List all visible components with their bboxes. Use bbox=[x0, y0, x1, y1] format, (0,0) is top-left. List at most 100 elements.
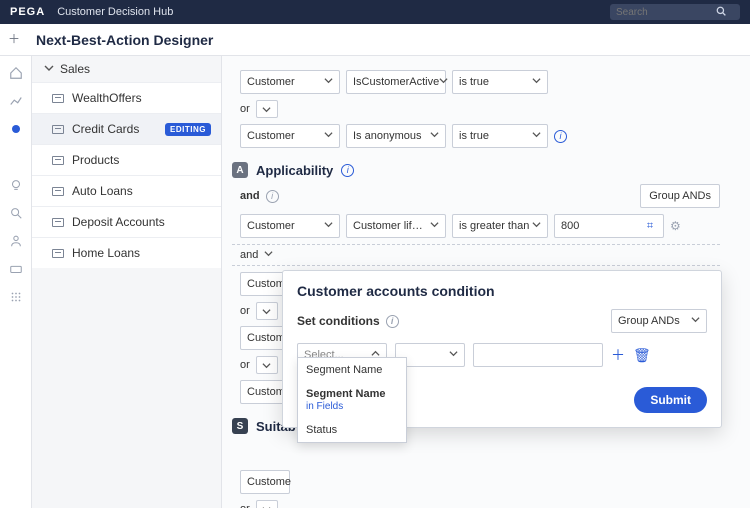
submit-button[interactable]: Submit bbox=[634, 387, 707, 413]
sidebar-item-label: Credit Cards bbox=[72, 122, 139, 136]
breadcrumb[interactable]: Customer Decision Hub bbox=[57, 6, 173, 18]
join-label: and bbox=[240, 190, 260, 202]
dropdown-option[interactable]: Segment Name bbox=[298, 358, 406, 382]
join-or: or bbox=[240, 500, 720, 508]
info-icon[interactable]: i bbox=[341, 164, 354, 177]
sidebar-item-home-loans[interactable]: Home Loans bbox=[32, 237, 221, 268]
option-label: Segment Name bbox=[306, 364, 382, 376]
panel-title: Customer accounts condition bbox=[297, 283, 707, 299]
section-badge: A bbox=[232, 162, 248, 178]
and-group: and bbox=[232, 244, 720, 266]
chevron-down-icon bbox=[532, 220, 541, 232]
folder-icon bbox=[52, 94, 64, 103]
op-value: is greater than bbox=[459, 220, 529, 232]
value-input[interactable]: 800 ⌗ bbox=[554, 214, 664, 238]
topbar: PEGA Customer Decision Hub bbox=[0, 0, 750, 24]
value-text: 800 bbox=[561, 220, 579, 232]
global-search[interactable] bbox=[610, 4, 740, 20]
section-badge: S bbox=[232, 418, 248, 434]
field-value: Customer lifetim... bbox=[353, 220, 423, 232]
info-icon[interactable]: i bbox=[266, 190, 279, 203]
chevron-down-icon bbox=[691, 315, 700, 327]
sidebar-item-label: Products bbox=[72, 153, 119, 167]
field-select[interactable]: Customer lifetim... bbox=[346, 214, 446, 238]
camera-icon[interactable] bbox=[9, 262, 23, 276]
field-value: IsCustomerActive bbox=[353, 76, 439, 88]
group-ands-select[interactable]: Group ANDs bbox=[611, 309, 707, 333]
nav-active-dot[interactable] bbox=[9, 122, 23, 136]
join-toggle[interactable] bbox=[256, 302, 278, 320]
entity-select[interactable]: Customer bbox=[240, 124, 340, 148]
folder-icon bbox=[52, 249, 64, 258]
delete-icon[interactable]: 🗑 bbox=[633, 347, 651, 364]
op-value: is true bbox=[459, 76, 489, 88]
folder-icon bbox=[52, 156, 64, 165]
chevron-down-icon bbox=[532, 76, 541, 88]
grid-icon[interactable] bbox=[9, 290, 23, 304]
set-conditions-text: Set conditions bbox=[297, 314, 380, 328]
info-icon[interactable]: i bbox=[554, 130, 567, 143]
group-ands-button[interactable]: Group ANDs bbox=[640, 184, 720, 208]
sidebar-item-credit-cards[interactable]: Credit Cards EDITING bbox=[32, 113, 221, 144]
placeholder-icon-1[interactable] bbox=[9, 150, 23, 164]
search-icon bbox=[716, 5, 726, 19]
search-input[interactable] bbox=[616, 7, 716, 18]
join-toggle[interactable] bbox=[256, 500, 278, 508]
operator-select[interactable]: is true bbox=[452, 124, 548, 148]
brand-logo: PEGA bbox=[10, 6, 45, 18]
section-applicability: A Applicability i bbox=[232, 162, 720, 178]
entity-select[interactable]: Custome bbox=[240, 470, 290, 494]
group-ands-label: Group ANDs bbox=[649, 190, 711, 202]
section-title: Applicability bbox=[256, 163, 333, 178]
op-value: is true bbox=[459, 130, 489, 142]
sidebar-group-label: Sales bbox=[60, 62, 90, 76]
field-dropdown: Segment Name Segment Namein Fields Statu… bbox=[297, 357, 407, 443]
option-label: Status bbox=[306, 424, 337, 436]
join-label: or bbox=[240, 103, 250, 115]
panel-value-input[interactable] bbox=[473, 343, 603, 367]
condition-row: Customer Is anonymous is true i bbox=[240, 124, 720, 148]
home-icon[interactable] bbox=[9, 66, 23, 80]
condition-panel: Customer accounts condition Set conditio… bbox=[282, 270, 722, 428]
sidebar-item-label: Auto Loans bbox=[72, 184, 133, 198]
add-icon[interactable]: ＋ bbox=[611, 345, 625, 365]
join-toggle[interactable] bbox=[256, 356, 278, 374]
join-label: or bbox=[240, 503, 250, 508]
editing-badge: EDITING bbox=[165, 123, 211, 136]
join-toggle[interactable] bbox=[256, 100, 278, 118]
join-label: and bbox=[240, 249, 258, 261]
operator-select[interactable]: is true bbox=[452, 70, 548, 94]
join-toggle[interactable] bbox=[264, 249, 273, 261]
operator-select[interactable]: is greater than bbox=[452, 214, 548, 238]
chevron-down-icon bbox=[324, 220, 333, 232]
left-rail bbox=[0, 56, 32, 508]
sidebar-item-deposit-accounts[interactable]: Deposit Accounts bbox=[32, 206, 221, 237]
sidebar-group-header[interactable]: Sales bbox=[32, 56, 221, 82]
field-select[interactable]: Is anonymous bbox=[346, 124, 446, 148]
entity-value: Custome bbox=[247, 476, 291, 488]
add-icon[interactable]: ＋ bbox=[8, 30, 20, 47]
join-and-inner: and bbox=[240, 249, 720, 261]
sidebar-item-auto-loans[interactable]: Auto Loans bbox=[32, 175, 221, 206]
folder-icon bbox=[52, 125, 64, 134]
chevron-down-icon bbox=[532, 130, 541, 142]
info-icon[interactable]: i bbox=[386, 315, 399, 328]
field-value: Is anonymous bbox=[353, 130, 421, 142]
dropdown-option[interactable]: Segment Namein Fields bbox=[298, 382, 406, 418]
sidebar-item-wealthoffers[interactable]: WealthOffers bbox=[32, 82, 221, 113]
field-select[interactable]: IsCustomerActive bbox=[346, 70, 446, 94]
sidebar-item-products[interactable]: Products bbox=[32, 144, 221, 175]
gear-icon[interactable]: ⚙ bbox=[670, 219, 681, 233]
people-icon[interactable] bbox=[9, 234, 23, 248]
dropdown-option[interactable]: Status bbox=[298, 418, 406, 442]
entity-value: Customer bbox=[247, 220, 295, 232]
bulb-icon[interactable] bbox=[9, 178, 23, 192]
join-and-top: and i Group ANDs bbox=[240, 184, 720, 208]
chevron-down-icon bbox=[44, 62, 54, 76]
sidebar: Sales WealthOffers Credit Cards EDITING P… bbox=[32, 56, 222, 508]
entity-select[interactable]: Customer bbox=[240, 70, 340, 94]
chart-icon[interactable] bbox=[9, 94, 23, 108]
entity-select[interactable]: Customer bbox=[240, 214, 340, 238]
number-icon: ⌗ bbox=[643, 219, 657, 233]
magnify-icon[interactable] bbox=[9, 206, 23, 220]
